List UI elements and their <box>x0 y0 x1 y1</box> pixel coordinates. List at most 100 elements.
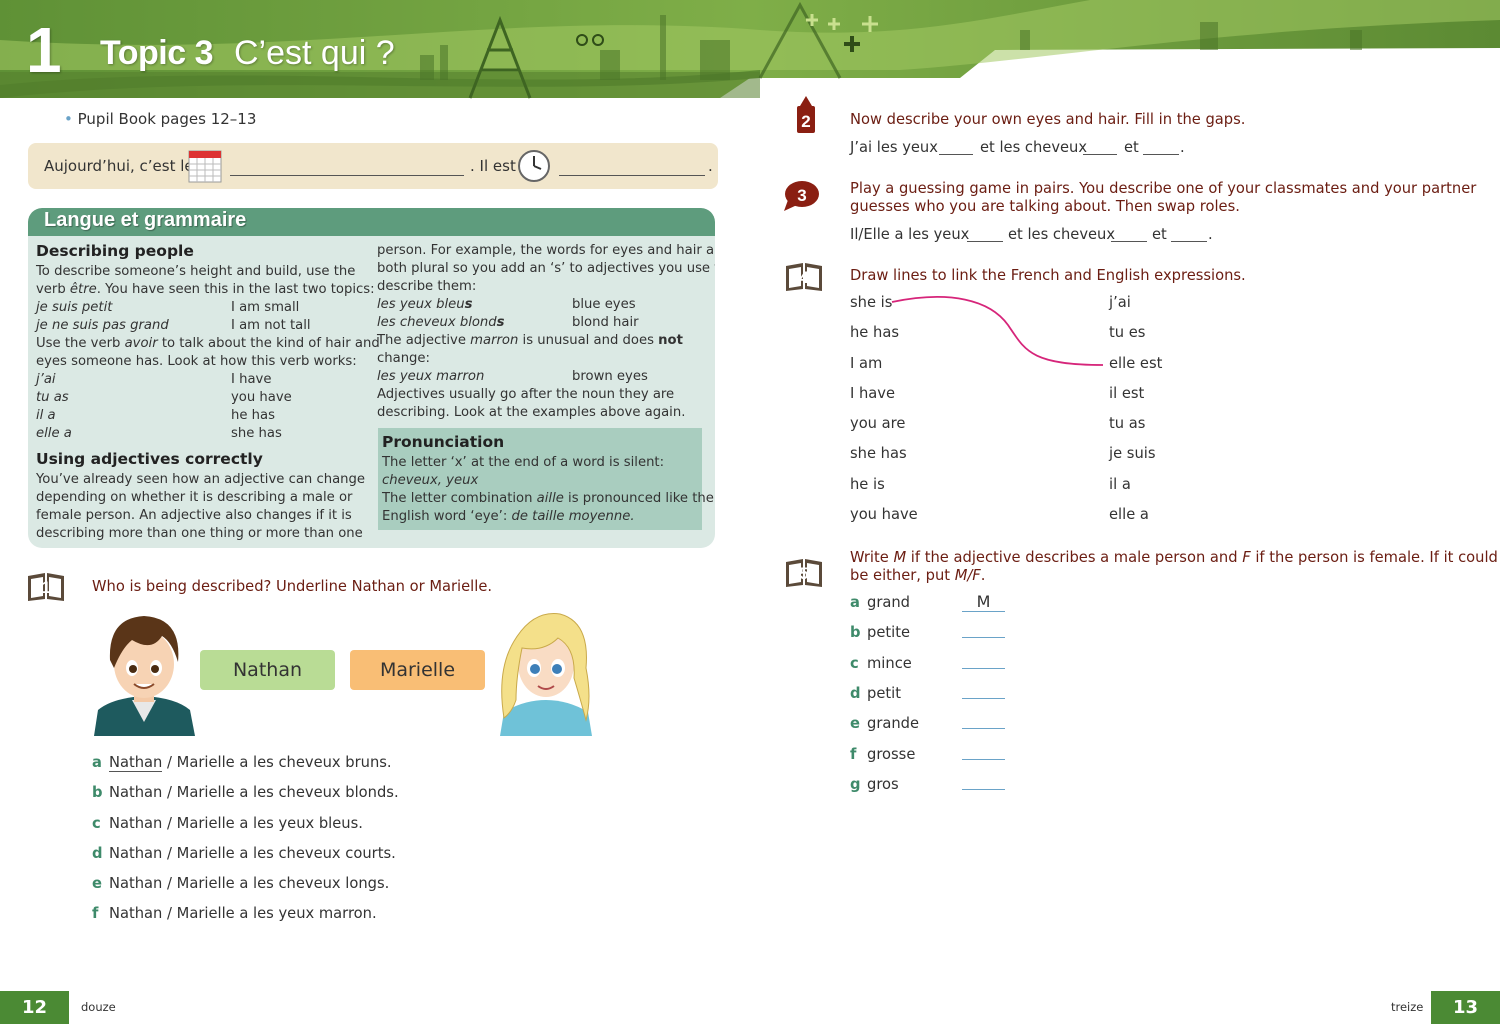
ex5-answer-field[interactable]: M <box>962 592 1005 612</box>
ex1-item[interactable]: Nathan / Marielle a les cheveux courts. <box>109 845 396 862</box>
ex3-hair-gap2[interactable] <box>1171 241 1207 242</box>
time-fill-line[interactable] <box>559 175 705 176</box>
avoir-line: eyes someone has. Look at how this verb … <box>36 354 357 369</box>
left-page-number: 12 <box>0 991 69 1024</box>
marron-word: marron <box>470 333 519 348</box>
marron-line: change: <box>377 351 430 366</box>
speaking-bubble-icon: 3 <box>784 181 819 211</box>
ex5-answer-field[interactable] <box>962 637 1005 638</box>
nathan-choice[interactable]: Nathan <box>109 905 162 922</box>
ex2-middle: et les cheveux <box>980 139 1088 156</box>
ex2-hair-gap2[interactable] <box>1143 154 1179 155</box>
grammar-header: Langue et grammaire <box>28 208 715 236</box>
ex3-eyes-gap[interactable] <box>967 241 1003 242</box>
describing-line: verb être. You have seen this in the las… <box>36 282 375 297</box>
ex1-item-letter: f <box>92 905 99 922</box>
taille-example: de taille moyenne. <box>511 509 635 524</box>
english-expression[interactable]: she is <box>850 294 892 311</box>
aille-word: aille <box>536 491 564 506</box>
english-expression[interactable]: you have <box>850 506 918 523</box>
nathan-choice-underlined[interactable]: Nathan <box>109 754 163 772</box>
pupil-book-text: Pupil Book pages 12–13 <box>77 110 257 128</box>
ex5-item-letter: d <box>850 685 861 702</box>
matching-line-example <box>891 296 1104 366</box>
nathan-choice[interactable]: Nathan <box>109 845 162 862</box>
ex1-item[interactable]: Nathan / Marielle a les yeux bleus. <box>109 815 363 832</box>
calendar-icon <box>188 150 222 183</box>
nathan-choice[interactable]: Nathan <box>109 875 162 892</box>
nathan-choice[interactable]: Nathan <box>109 815 162 832</box>
avoir-example-fr: il a <box>36 408 56 423</box>
ex1-number: 1 <box>41 578 50 597</box>
ex3-hair-gap1[interactable] <box>1111 241 1147 242</box>
ex5-item-letter: f <box>850 746 857 763</box>
date-end-dot: . <box>708 157 713 175</box>
ex5-answer-field[interactable] <box>962 759 1005 760</box>
date-fill-line[interactable] <box>230 175 464 176</box>
ex1-item[interactable]: Nathan / Marielle a les yeux marron. <box>109 905 377 922</box>
french-expression[interactable]: il a <box>1109 476 1131 493</box>
marielle-label-box: Marielle <box>350 650 485 690</box>
marron-example-fr: les yeux marron <box>377 369 485 384</box>
topic-label: Topic 3 <box>100 34 214 72</box>
pronunciation-box: Pronunciation The letter ‘x’ at the end … <box>378 428 714 530</box>
french-expression[interactable]: j’ai <box>1109 294 1131 311</box>
right-page-number: 13 <box>1431 991 1500 1024</box>
french-expression[interactable]: tu as <box>1109 415 1145 432</box>
adjectives-line: describing more than one thing or more t… <box>36 526 363 541</box>
ex5-answer-field[interactable] <box>962 789 1005 790</box>
english-expression[interactable]: I am <box>850 355 882 372</box>
english-expression[interactable]: she has <box>850 445 907 462</box>
ex4-number: 4 <box>799 268 809 287</box>
ex5-f: F <box>1242 549 1251 566</box>
plural-example-en: blond hair <box>572 315 639 330</box>
ex5-mf: M/F <box>954 567 981 584</box>
avoir-example-en: you have <box>231 390 292 405</box>
ex3-instruction-line: guesses who you are talking about. Then … <box>850 198 1240 215</box>
avoir-example-en: I have <box>231 372 272 387</box>
ex1-item-rest: / Marielle a les yeux bleus. <box>162 815 363 832</box>
english-expression[interactable]: he is <box>850 476 885 493</box>
french-expression[interactable]: elle est <box>1109 355 1162 372</box>
pupil-book-reference: • Pupil Book pages 12–13 <box>64 110 257 128</box>
ex5-item-letter: a <box>850 594 860 611</box>
plural-line: person. For example, the words for eyes … <box>377 243 715 258</box>
ex5-answer-field[interactable] <box>962 668 1005 669</box>
nathan-choice[interactable]: Nathan <box>109 784 162 801</box>
ex5-instruction-line: Write M if the adjective describes a mal… <box>850 549 1498 567</box>
french-expression[interactable]: tu es <box>1109 324 1145 341</box>
position-line: Adjectives usually go after the noun the… <box>377 387 675 402</box>
ex1-item-rest: / Marielle a les cheveux blonds. <box>162 784 399 801</box>
banner-background <box>0 0 1500 99</box>
english-expression[interactable]: you are <box>850 415 905 432</box>
french-expression[interactable]: il est <box>1109 385 1144 402</box>
reading-book-icon: 1 <box>28 573 64 601</box>
ex5-item-word: petit <box>867 685 901 702</box>
ex5-answer-field[interactable] <box>962 728 1005 729</box>
ex2-instruction: Now describe your own eyes and hair. Fil… <box>850 111 1246 128</box>
ex3-instruction-line: Play a guessing game in pairs. You descr… <box>850 180 1477 197</box>
ex2-eyes-gap[interactable] <box>939 154 973 155</box>
avoir-example-fr: tu as <box>36 390 69 405</box>
ex1-item-rest: / Marielle a les yeux marron. <box>162 905 377 922</box>
ex5-answer-field[interactable] <box>962 698 1005 699</box>
plural-example-fr: les yeux bleus <box>377 297 473 312</box>
reading-book-icon: 5 <box>786 559 822 587</box>
english-expression[interactable]: I have <box>850 385 895 402</box>
ex1-item[interactable]: Nathan / Marielle a les cheveux longs. <box>109 875 389 892</box>
ex1-item-letter: d <box>92 845 103 862</box>
marron-example-en: brown eyes <box>572 369 648 384</box>
avoir-example-en: she has <box>231 426 282 441</box>
ex1-item-rest: / Marielle a les cheveux courts. <box>162 845 396 862</box>
ex1-item-rest: / Marielle a les cheveux longs. <box>162 875 390 892</box>
ex1-item[interactable]: Nathan / Marielle a les cheveux blonds. <box>109 784 399 801</box>
grammar-title: Langue et grammaire <box>44 209 247 231</box>
ex5-text: if the person is female. If it could <box>1250 549 1498 566</box>
pronunciation-heading: Pronunciation <box>382 433 505 451</box>
not-word: not <box>658 333 683 348</box>
french-expression[interactable]: elle a <box>1109 506 1149 523</box>
marron-line: The adjective marron is unusual and does… <box>377 333 683 348</box>
ex2-hair-gap1[interactable] <box>1083 154 1117 155</box>
marielle-illustration <box>500 613 592 736</box>
french-expression[interactable]: je suis <box>1109 445 1155 462</box>
